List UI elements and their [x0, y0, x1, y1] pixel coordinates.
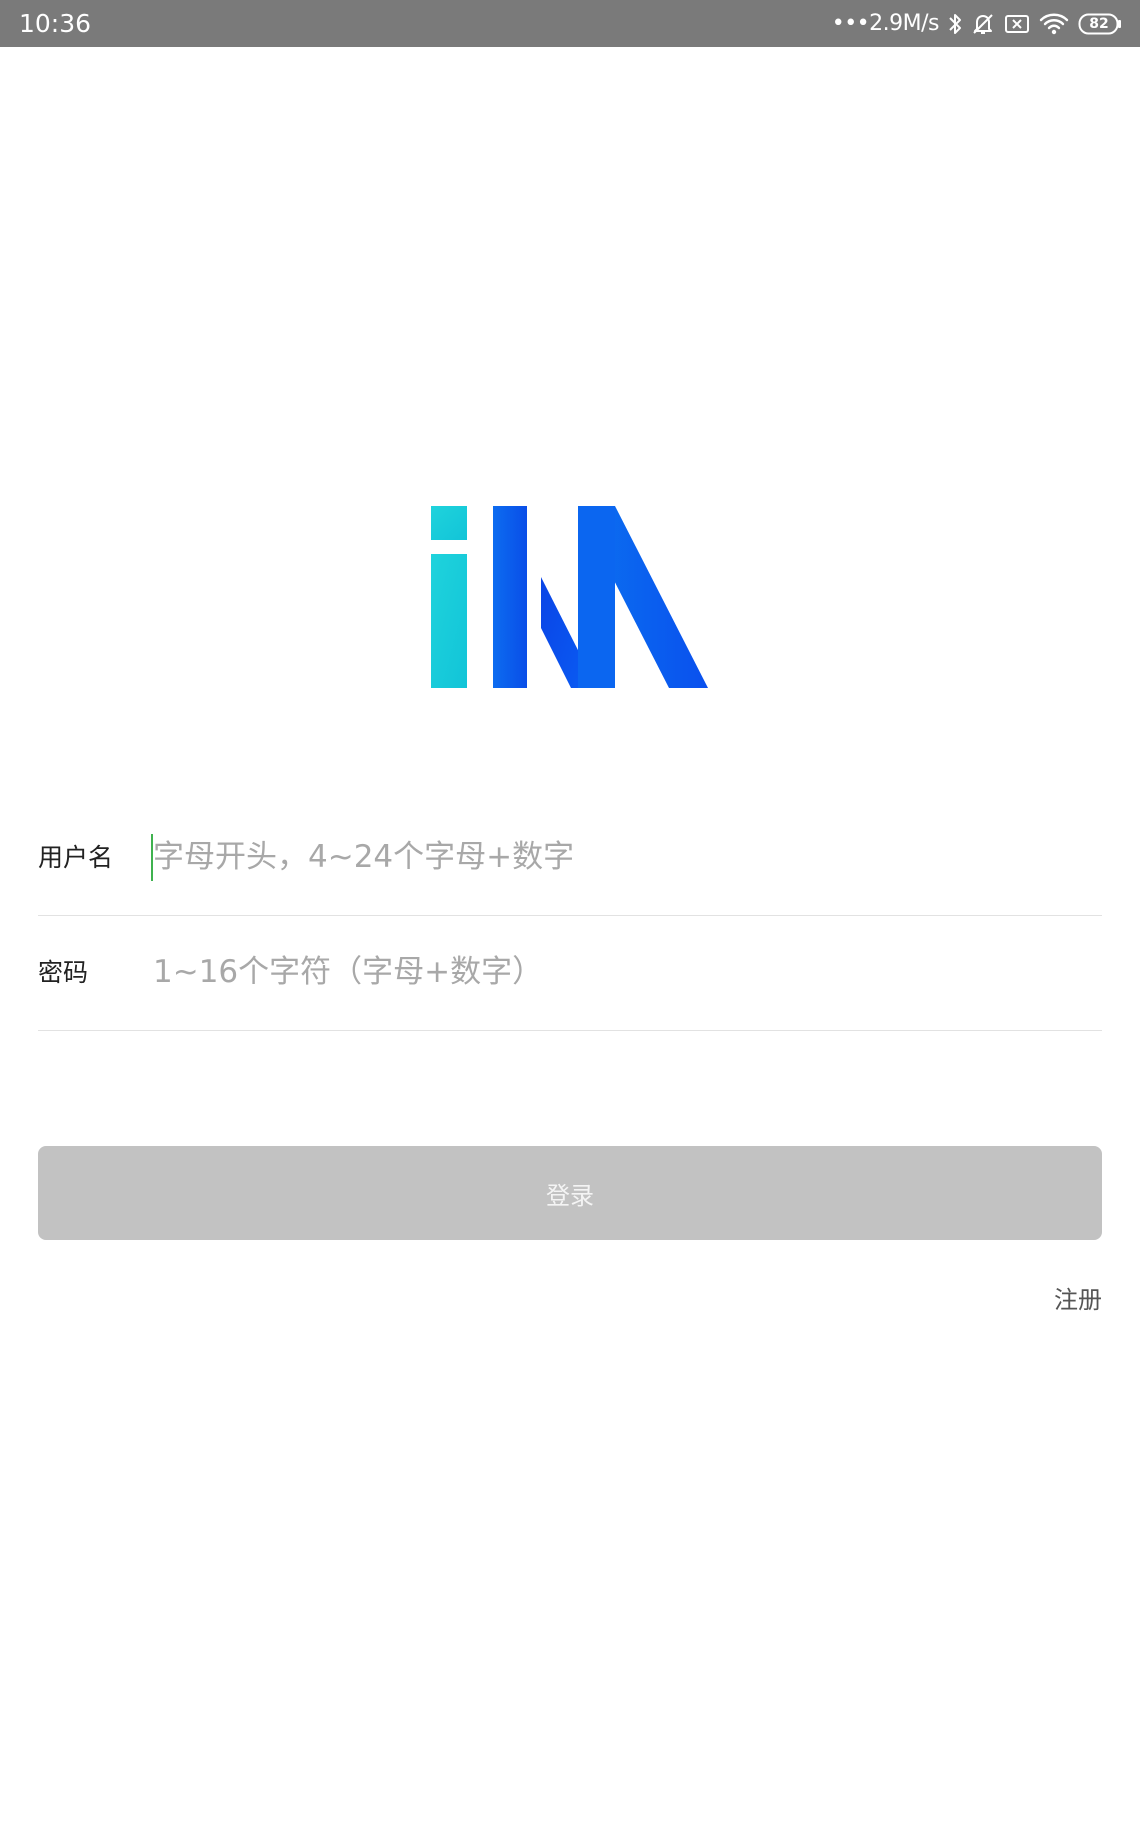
text-cursor: [151, 834, 153, 881]
battery-level: 82: [1089, 16, 1109, 32]
username-label: 用户名: [38, 843, 114, 872]
login-screen: 10:36 •••2.9M/s 82 用户名 字母开头，4~24个字母+数字 密…: [0, 0, 1140, 1824]
username-input[interactable]: [152, 829, 1093, 885]
status-bar: 10:36 •••2.9M/s 82: [0, 0, 1140, 47]
network-speed: •••2.9M/s: [831, 11, 940, 36]
app-logo: [431, 506, 708, 688]
bell-muted-icon: [971, 12, 995, 36]
battery-icon: 82: [1078, 13, 1122, 35]
password-label: 密码: [38, 958, 89, 987]
register-link[interactable]: 注册: [1054, 1283, 1102, 1317]
status-icons: •••2.9M/s 82: [832, 8, 1122, 40]
login-button[interactable]: 登录: [38, 1146, 1102, 1240]
username-row: 用户名: [38, 801, 1102, 916]
password-row: 密码: [38, 916, 1102, 1031]
bluetooth-icon: [948, 12, 962, 36]
password-input[interactable]: [152, 944, 1093, 1000]
sim-disabled-icon: [1004, 13, 1030, 35]
wifi-icon: [1039, 12, 1069, 36]
status-time: 10:36: [19, 9, 92, 38]
